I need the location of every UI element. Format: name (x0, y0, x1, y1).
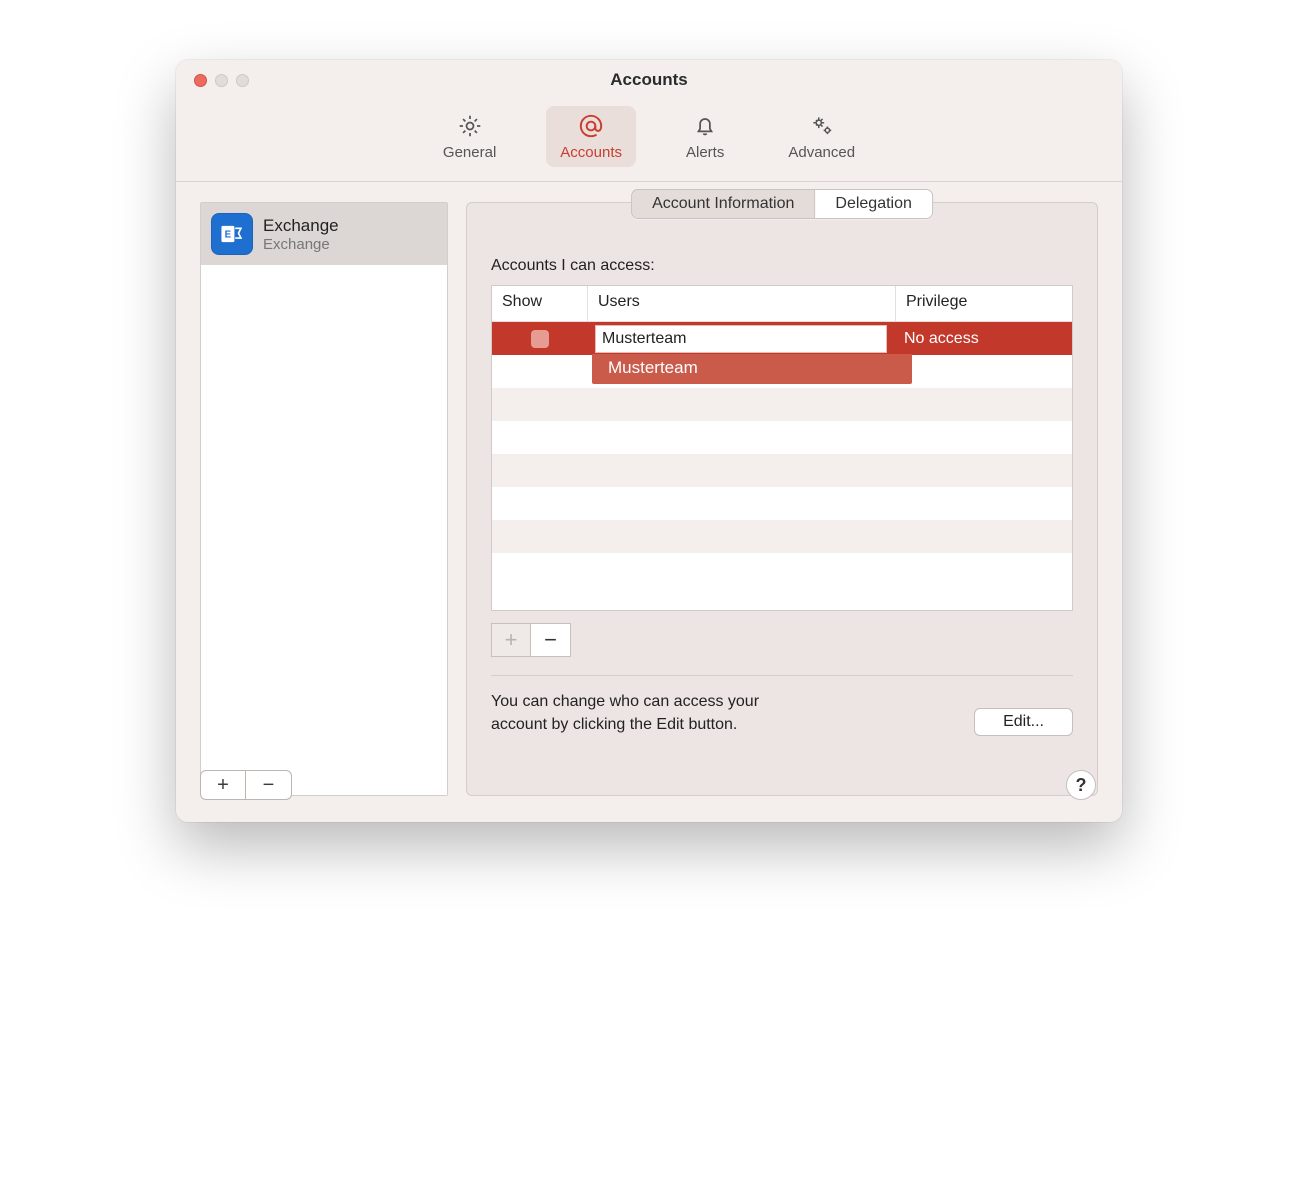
panel-footer: You can change who can access your accou… (491, 690, 1073, 736)
window-title: Accounts (176, 70, 1122, 90)
column-users[interactable]: Users (588, 286, 896, 321)
account-subtitle: Exchange (263, 236, 339, 253)
help-button[interactable]: ? (1066, 770, 1096, 800)
table-row[interactable] (492, 520, 1072, 553)
column-privilege[interactable]: Privilege (896, 286, 1072, 321)
accounts-sidebar: E Exchange Exchange (200, 202, 448, 796)
delegate-access-table: Show Users Privilege No access (491, 285, 1073, 611)
exchange-icon: E (211, 213, 253, 255)
users-cell (588, 325, 896, 353)
edit-hint-text: You can change who can access your accou… (491, 690, 759, 736)
table-row[interactable] (492, 487, 1072, 520)
gear-icon (454, 112, 486, 140)
add-delegate-button[interactable]: + (491, 623, 531, 657)
delegate-add-remove: + − (491, 623, 1073, 657)
tab-delegation[interactable]: Delegation (814, 190, 932, 218)
edit-hint-text-line2: account by clicking the Edit button. (491, 716, 737, 733)
edit-hint-text-line1: You can change who can access your (491, 693, 759, 710)
account-item-exchange[interactable]: E Exchange Exchange (201, 203, 447, 265)
account-add-remove: + − (200, 770, 292, 800)
autocomplete-suggestion[interactable]: Musterteam (592, 354, 912, 384)
sidebar-empty (201, 265, 447, 795)
tab-advanced-label: Advanced (788, 144, 855, 161)
add-account-button[interactable]: + (200, 770, 246, 800)
tab-account-information[interactable]: Account Information (632, 190, 814, 218)
at-sign-icon (575, 112, 607, 140)
tab-accounts[interactable]: Accounts (546, 106, 636, 167)
account-name: Exchange (263, 216, 339, 236)
table-row[interactable] (492, 454, 1072, 487)
table-row[interactable] (492, 553, 1072, 586)
show-checkbox-cell (492, 330, 588, 348)
tab-general-label: General (443, 144, 496, 161)
column-show[interactable]: Show (492, 286, 588, 321)
bell-icon (689, 112, 721, 140)
remove-delegate-button[interactable]: − (531, 623, 571, 657)
table-row[interactable] (492, 388, 1072, 421)
tab-alerts[interactable]: Alerts (672, 106, 738, 167)
remove-account-button[interactable]: − (246, 770, 292, 800)
table-row[interactable]: No access (492, 322, 1072, 355)
account-item-text: Exchange Exchange (263, 216, 339, 253)
segmented-control: Account Information Delegation (631, 189, 933, 219)
window-titlebar: Accounts (176, 60, 1122, 100)
preferences-toolbar: General Accounts Alerts (176, 100, 1122, 182)
gears-icon (806, 112, 838, 140)
tab-advanced[interactable]: Advanced (774, 106, 869, 167)
tab-accounts-label: Accounts (560, 144, 622, 161)
preferences-body: E Exchange Exchange Account Information … (176, 182, 1122, 822)
svg-text:E: E (225, 229, 232, 240)
edit-button[interactable]: Edit... (974, 708, 1073, 736)
table-header: Show Users Privilege (492, 286, 1072, 322)
show-checkbox[interactable] (531, 330, 549, 348)
divider (491, 675, 1073, 676)
tab-general[interactable]: General (429, 106, 510, 167)
user-search-input[interactable] (595, 325, 887, 353)
preferences-window: Accounts General Accounts (176, 60, 1122, 822)
table-row[interactable] (492, 421, 1072, 454)
tab-alerts-label: Alerts (686, 144, 724, 161)
privilege-cell: No access (896, 330, 1072, 348)
delegation-panel: Account Information Delegation Accounts … (466, 202, 1098, 796)
accounts-i-can-access-label: Accounts I can access: (491, 257, 1073, 275)
